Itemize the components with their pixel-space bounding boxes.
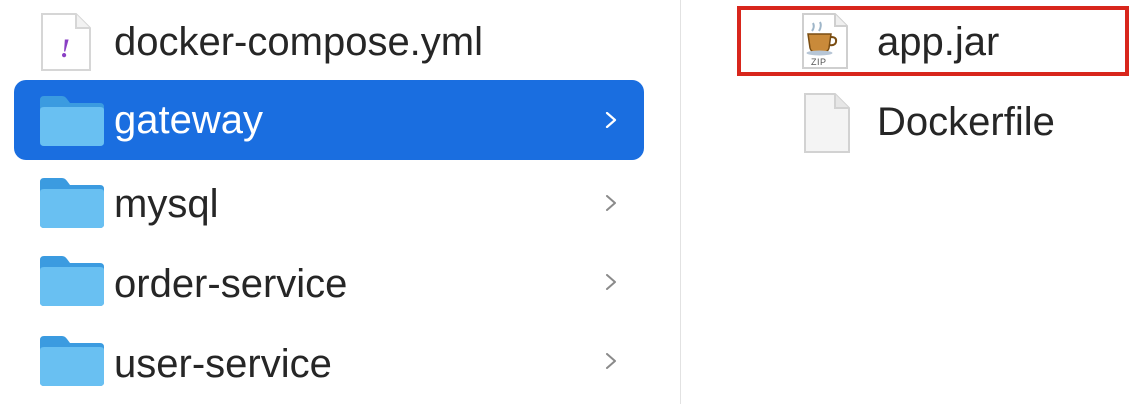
folder-name-label: gateway (114, 98, 263, 142)
folder-icon (38, 174, 106, 235)
file-name-label: docker-compose.yml (114, 20, 484, 64)
folder-name-label: mysql (114, 182, 219, 226)
generic-document-icon (801, 92, 853, 159)
file-row-docker-compose[interactable]: ! docker-compose.yml (14, 8, 644, 72)
chevron-right-icon (604, 112, 618, 128)
chevron-right-icon (604, 195, 618, 211)
file-name-label: Dockerfile (877, 100, 1055, 144)
folder-row-order-service[interactable]: order-service (14, 244, 644, 318)
folder-name-label: order-service (114, 262, 348, 306)
yaml-file-icon: ! (38, 12, 94, 77)
chevron-right-icon (604, 274, 618, 290)
file-row-dockerfile[interactable]: Dockerfile (781, 84, 1131, 158)
chevron-right-icon (604, 353, 618, 369)
folder-row-mysql[interactable]: mysql (14, 166, 644, 240)
highlight-box (737, 6, 1129, 76)
folder-row-user-service[interactable]: user-service (14, 324, 644, 398)
folder-icon (38, 92, 106, 153)
parent-folder-column[interactable]: ! docker-compose.yml gateway mysql order… (0, 0, 680, 404)
folder-name-label: user-service (114, 342, 332, 386)
folder-icon (38, 332, 106, 393)
column-browser: ! docker-compose.yml gateway mysql order… (0, 0, 1140, 404)
folder-icon (38, 252, 106, 313)
folder-row-gateway[interactable]: gateway (14, 80, 644, 160)
svg-text:!: ! (60, 34, 70, 63)
